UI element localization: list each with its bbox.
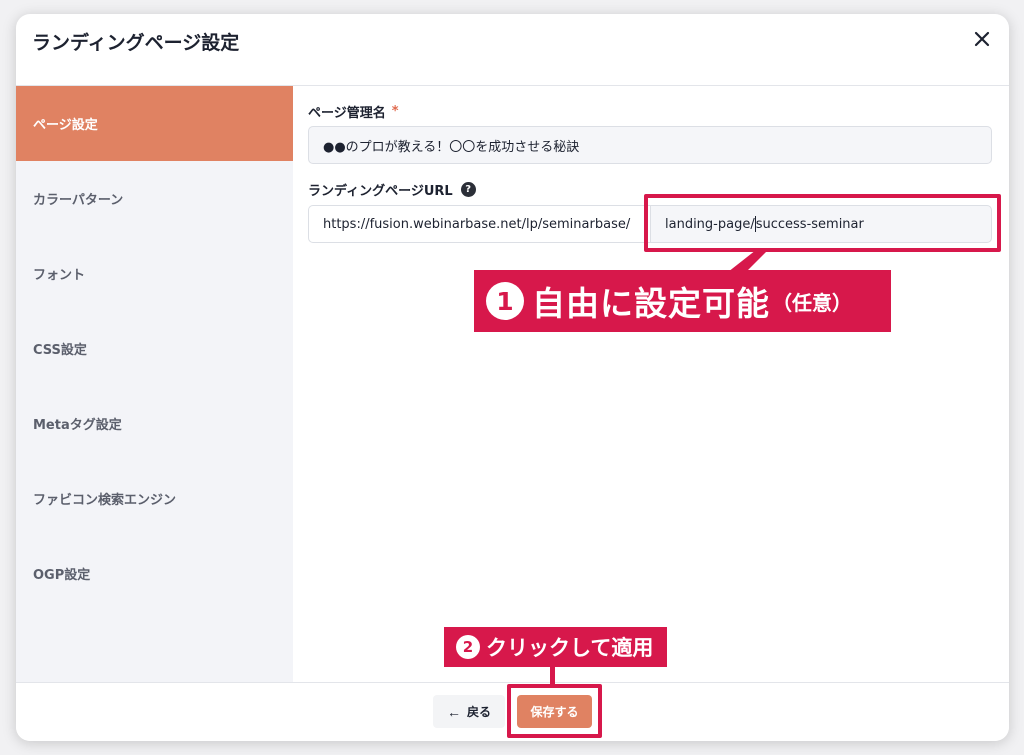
close-icon[interactable] [971, 28, 993, 50]
modal-header: ランディングページ設定 [16, 14, 1009, 86]
annotation-number-2: 2 [456, 635, 480, 659]
lp-url-slug-before: landing-page/ [665, 216, 755, 232]
lp-url-prefix: https://fusion.webinarbase.net/lp/semina… [308, 205, 650, 243]
lp-url-prefix-text: https://fusion.webinarbase.net/lp/semina… [323, 216, 631, 232]
sidebar-item-css-settings[interactable]: CSS設定 [16, 311, 293, 386]
question-circle-icon[interactable]: ? [460, 182, 476, 197]
modal-footer: ← 戻る 保存する [16, 682, 1009, 741]
annotation-number-1: 1 [486, 282, 524, 320]
settings-sidebar: ページ設定 カラーパターン フォント CSS設定 Metaタグ設定 ファビコン検… [16, 86, 293, 682]
annotation-text-2: クリックして適用 [486, 636, 654, 660]
annotation-pointer-2 [550, 667, 555, 686]
page-name-label-text: ページ管理名 [308, 106, 386, 121]
back-button-label: 戻る [466, 705, 491, 719]
sidebar-item-page-settings[interactable]: ページ設定 [16, 86, 293, 161]
arrow-left-icon: ← [446, 703, 461, 720]
sidebar-item-ogp-settings[interactable]: OGP設定 [16, 536, 293, 611]
lp-url-slug-input[interactable]: landing-page/success-seminar [650, 205, 992, 243]
lp-url-label-text: ランディングページURL [308, 184, 453, 199]
sidebar-item-meta-tag-settings[interactable]: Metaタグ設定 [16, 386, 293, 461]
annotation-callout-1: 1 自由に設定可能 （任意） [474, 270, 891, 332]
save-button[interactable]: 保存する [517, 695, 592, 728]
back-button[interactable]: ← 戻る [433, 695, 505, 728]
annotation-small-1: （任意） [772, 290, 852, 315]
page-name-label: ページ管理名 * [308, 102, 399, 121]
annotation-text-1: 自由に設定可能 [532, 284, 770, 323]
page-name-value: ●●のプロが教える！〇〇を成功させる秘訣 [323, 139, 580, 155]
lp-url-label: ランディングページURL ? [308, 180, 476, 199]
page-name-input[interactable]: ●●のプロが教える！〇〇を成功させる秘訣 [308, 126, 992, 164]
sidebar-item-font[interactable]: フォント [16, 236, 293, 311]
annotation-callout-2: 2 クリックして適用 [444, 627, 667, 667]
lp-url-slug-after: success-seminar [755, 216, 864, 232]
annotation-pointer-1 [728, 250, 768, 272]
sidebar-item-color-pattern[interactable]: カラーパターン [16, 161, 293, 236]
sidebar-item-favicon-search-engine[interactable]: ファビコン検索エンジン [16, 461, 293, 536]
required-mark: * [391, 104, 399, 119]
modal-title: ランディングページ設定 [32, 32, 240, 54]
page-settings-panel: ページ管理名 * ●●のプロが教える！〇〇を成功させる秘訣 ランディングページU… [293, 86, 1009, 682]
